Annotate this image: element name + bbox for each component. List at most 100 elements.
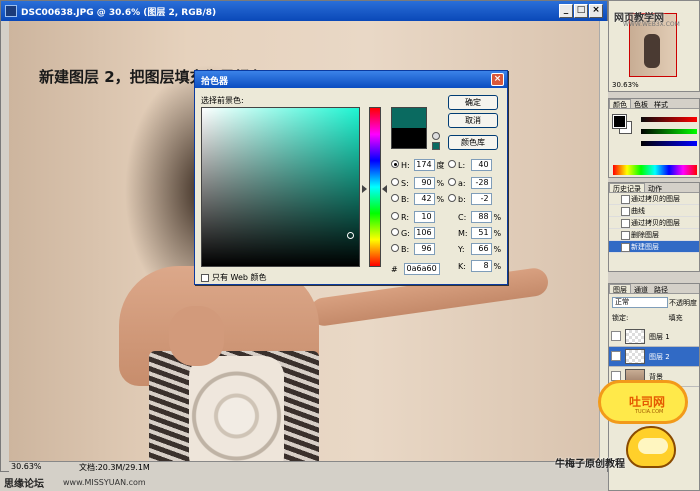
k-row: K: 8% [458, 260, 502, 272]
layer-thumbnail [625, 329, 645, 344]
visibility-toggle-icon[interactable] [611, 331, 621, 341]
navigator-zoom[interactable]: 30.63% [612, 81, 639, 89]
layer-name: 图层 1 [649, 333, 670, 341]
tab-layers[interactable]: 图层 [609, 284, 631, 293]
credit-watermark: 牛梅子原创教程 [555, 459, 625, 470]
picker-close-button[interactable]: × [491, 73, 504, 86]
h-row: H: 174 度 [391, 159, 445, 171]
hue-slider-right-arrow-icon[interactable] [382, 185, 387, 193]
tab-actions[interactable]: 动作 [645, 184, 665, 192]
color-spectrum-bar[interactable] [613, 165, 697, 175]
s-field[interactable]: 90 [413, 177, 435, 189]
lab-b-radio[interactable] [448, 194, 456, 202]
web-colors-checkbox[interactable] [201, 273, 209, 282]
cancel-button[interactable]: 取消 [448, 113, 498, 128]
web-safe-swatch[interactable] [432, 142, 440, 150]
layer-row-active[interactable]: 图层 2 [609, 347, 699, 367]
s-row: S: 90% [391, 177, 444, 189]
blue-field[interactable]: 96 [413, 243, 435, 255]
forum-watermark: 思缘论坛 [4, 479, 44, 490]
layers-panel-tabs: 图层 通道 路径 [609, 284, 699, 294]
foreground-color-swatch[interactable] [612, 114, 627, 129]
hue-slider[interactable] [369, 107, 381, 267]
g-field[interactable]: 106 [413, 227, 435, 239]
current-color-swatch[interactable] [391, 128, 427, 149]
document-title: DSC00638.JPG @ 30.6% (图层 2, RGB/8) [21, 8, 217, 18]
h-field[interactable]: 174 [413, 159, 435, 171]
lab-b-field[interactable]: -2 [470, 193, 492, 205]
color-library-button[interactable]: 颜色库 [448, 135, 498, 150]
hue-slider-left-arrow-icon[interactable] [362, 185, 367, 193]
y-field[interactable]: 66 [470, 243, 492, 255]
maximize-button[interactable]: □ [574, 4, 588, 18]
picker-title: 拾色器 [201, 77, 229, 87]
mascot-bubble: 吐司网 TUCIA.COM [598, 380, 688, 424]
history-item[interactable]: 通过拷贝的图层 [609, 217, 699, 229]
tab-styles[interactable]: 样式 [651, 100, 671, 108]
close-button[interactable]: × [589, 4, 603, 18]
opacity-label: 不透明度 [669, 299, 697, 307]
web-safe-warning-icon[interactable] [432, 132, 440, 140]
b-radio[interactable] [391, 194, 399, 202]
history-item-active[interactable]: 新建图层 [609, 241, 699, 253]
tab-color[interactable]: 颜色 [609, 99, 631, 108]
green-slider[interactable] [641, 129, 697, 134]
fill-label: 填充 [668, 314, 683, 322]
eye-icon[interactable] [611, 351, 621, 361]
mascot-name: 吐司网 [629, 395, 666, 409]
minimize-button[interactable]: _ [559, 4, 573, 18]
layer-thumbnail [625, 349, 645, 364]
blue-row: B: 96 [391, 243, 435, 255]
new-color-swatch [391, 107, 427, 128]
hex-row: # 0a6a60 [391, 263, 440, 275]
r-row: R: 10 [391, 211, 435, 223]
history-item[interactable]: 删除图层 [609, 229, 699, 241]
blue-radio[interactable] [391, 244, 399, 252]
tab-channels[interactable]: 通道 [631, 285, 651, 293]
ok-button[interactable]: 确定 [448, 95, 498, 110]
c-row: C: 88% [458, 211, 502, 223]
k-field[interactable]: 8 [470, 260, 492, 272]
picker-titlebar[interactable]: 拾色器 × [195, 71, 507, 88]
blue-slider[interactable] [641, 141, 697, 146]
b-row: B: 42% [391, 193, 444, 205]
mascot-url: TUCIA.COM [635, 409, 664, 415]
document-titlebar[interactable]: DSC00638.JPG @ 30.6% (图层 2, RGB/8) _ □ × [1, 1, 607, 21]
color-panel-tabs: 颜色 色板 样式 [609, 99, 699, 109]
navigator-panel: 网页教学网 WWW.WEB3X.COM 30.63% [608, 0, 700, 92]
a-radio[interactable] [448, 178, 456, 186]
m-row: M: 51% [458, 227, 502, 239]
c-field[interactable]: 88 [470, 211, 492, 223]
r-field[interactable]: 10 [413, 211, 435, 223]
color-field-cursor[interactable] [347, 232, 354, 239]
web-colors-only-option[interactable]: 只有 Web 颜色 [201, 272, 267, 283]
red-slider[interactable] [641, 117, 697, 122]
history-panel-tabs: 历史记录 动作 [609, 183, 699, 193]
g-radio[interactable] [391, 228, 399, 236]
m-field[interactable]: 51 [470, 227, 492, 239]
y-row: Y: 66% [458, 243, 502, 255]
history-item[interactable]: 曲线 [609, 205, 699, 217]
color-picker-dialog: 拾色器 × 选择前景色: 确定 取消 颜色库 H: 174 度 S: 90% B:… [194, 70, 508, 285]
tab-history[interactable]: 历史记录 [609, 183, 645, 192]
tab-paths[interactable]: 路径 [651, 285, 671, 293]
history-item[interactable]: 通过拷贝的图层 [609, 193, 699, 205]
status-zoom[interactable]: 30.63% [11, 462, 42, 471]
l-radio[interactable] [448, 160, 456, 168]
blend-mode-select[interactable]: 正常 [612, 297, 668, 308]
tab-swatches[interactable]: 色板 [631, 100, 651, 108]
a-field[interactable]: -28 [470, 177, 492, 189]
l-field[interactable]: 40 [470, 159, 492, 171]
mascot-face [638, 438, 668, 454]
b-field[interactable]: 42 [413, 193, 435, 205]
r-radio[interactable] [391, 212, 399, 220]
layer-row[interactable]: 图层 1 [609, 327, 699, 347]
lock-row: 锁定: 填充 [612, 314, 683, 322]
hex-field[interactable]: 0a6a60 [403, 263, 440, 275]
h-radio[interactable] [391, 160, 399, 168]
color-field[interactable] [201, 107, 360, 267]
mascot-cow-icon [626, 426, 676, 468]
a-row: a: -28 [448, 177, 492, 189]
s-radio[interactable] [391, 178, 399, 186]
select-foreground-label: 选择前景色: [201, 96, 244, 105]
